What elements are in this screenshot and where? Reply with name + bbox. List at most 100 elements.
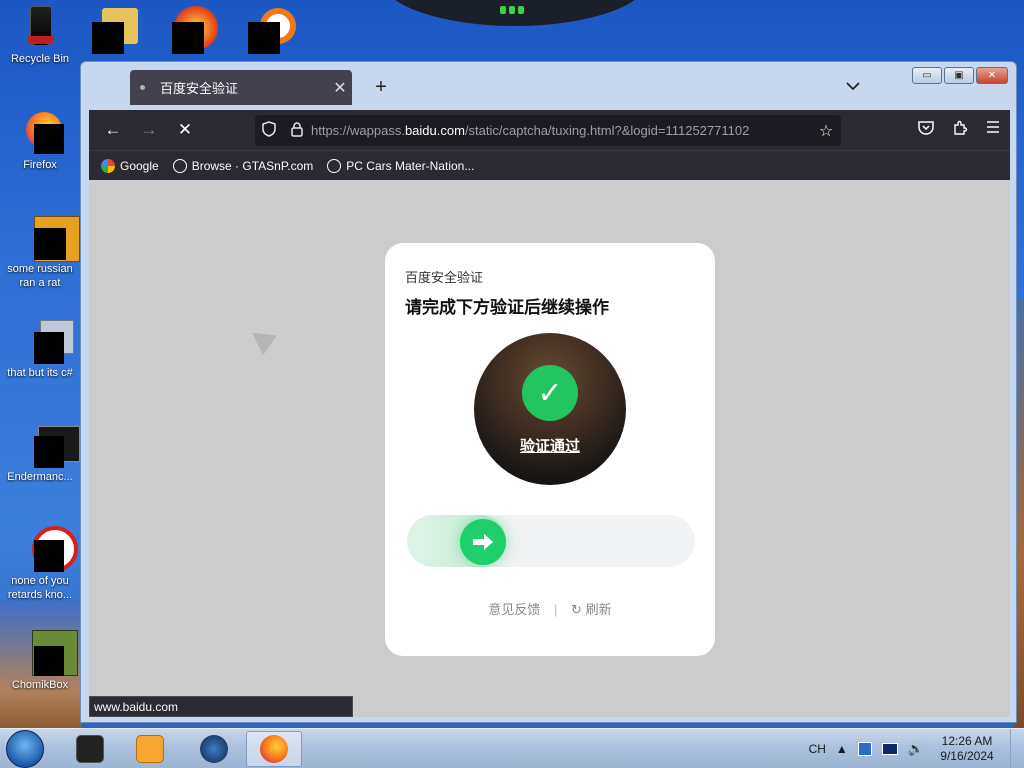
bookmark-label: Google (120, 158, 159, 173)
bookmarks-toolbar: Google Browse · GTASnP.com PC Cars Mater… (89, 150, 1010, 180)
desktop-icon-endermanch[interactable]: Endermanc... (0, 422, 80, 484)
system-tray: CH ▲ 🔊 12:26 AM 9/16/2024 (809, 729, 1024, 768)
desktop-icon-label: ChomikBox (11, 679, 69, 691)
globe-icon (172, 158, 187, 173)
desktop-icon-firefox[interactable]: Firefox (0, 110, 80, 172)
bookmark-gtasnp[interactable]: Browse · GTASnP.com (172, 158, 314, 173)
desktop-icon-top-2[interactable] (170, 6, 220, 54)
page-content: 百度安全验证 请完成下方验证后继续操作 ✓ 验证通过 意见反馈 | ↻ 刷新 w… (89, 180, 1010, 717)
url-prefix: https://wappass. (311, 123, 405, 138)
tab-close-icon[interactable]: ✕ (328, 78, 352, 98)
app-icon (18, 214, 80, 262)
desktop-icon-recycle-bin[interactable]: Recycle Bin (0, 4, 80, 66)
taskbar-item-firefox[interactable] (246, 731, 302, 767)
extensions-icon[interactable] (952, 120, 968, 140)
taskbar-item-app[interactable] (62, 731, 118, 767)
globe-icon (200, 735, 228, 763)
redaction-box (248, 22, 280, 54)
desktop-icon-label: that but its c# (7, 367, 73, 379)
captcha-footer: 意见反馈 | ↻ 刷新 (385, 599, 715, 618)
url-suffix: /static/captcha/tuxing.html?&logid=11125… (464, 123, 750, 138)
tab-bar: 百度安全验证 ✕ + (88, 62, 1010, 110)
firefox-icon (260, 735, 288, 763)
show-hidden-icons[interactable]: ▲ (836, 742, 848, 756)
firefox-icon (18, 110, 64, 154)
captcha-slider-track[interactable] (407, 515, 695, 567)
network-icon[interactable] (857, 742, 872, 756)
forward-button[interactable]: → (131, 120, 167, 140)
desktop-icon-chomikbox[interactable]: ChomikBox (0, 630, 80, 692)
start-button[interactable] (6, 730, 44, 768)
new-tab-button[interactable]: + (370, 76, 392, 99)
desktop-icon-top-3[interactable] (248, 8, 298, 54)
app-icon (18, 526, 78, 572)
arrow-right-icon (473, 534, 493, 550)
tab-loading-icon (140, 85, 145, 90)
globe-icon (327, 158, 342, 173)
navigation-toolbar: ← → ✕ https://wappass.baidu.com/static/c… (89, 110, 1010, 150)
taskbar-item-browser[interactable] (186, 731, 242, 767)
captcha-title: 请完成下方验证后继续操作 (405, 298, 609, 317)
clock-date: 9/16/2024 (940, 749, 994, 763)
captcha-card: 百度安全验证 请完成下方验证后继续操作 ✓ 验证通过 意见反馈 | ↻ 刷新 (385, 243, 715, 656)
clock-time: 12:26 AM (941, 734, 993, 748)
stop-loading-button[interactable]: ✕ (167, 120, 203, 140)
list-all-tabs-button[interactable] (846, 78, 860, 94)
desktop-icon-label: Firefox (23, 159, 57, 171)
desktop-icon-none-of-you[interactable]: none of you retards kno... (0, 526, 80, 602)
bookmark-star-icon[interactable]: ☆ (811, 121, 841, 141)
desktop-icon-top-1[interactable] (92, 8, 138, 54)
chevron-down-icon (846, 82, 860, 91)
bookmark-google[interactable]: Google (101, 158, 159, 173)
refresh-label: 刷新 (585, 602, 612, 617)
captcha-image: ✓ 验证通过 (474, 333, 626, 485)
show-desktop-button[interactable] (1010, 729, 1024, 768)
language-indicator[interactable]: CH (809, 742, 826, 756)
url-domain: baidu.com (404, 123, 465, 138)
app-icon (18, 422, 80, 468)
desktop-icon-label: Endermanc... (7, 471, 73, 483)
media-player-icon (136, 735, 164, 763)
recycle-bin-icon (18, 4, 62, 48)
monitor-icon[interactable] (881, 743, 898, 755)
taskbar-item-media-player[interactable] (122, 731, 178, 767)
file-icon (18, 318, 74, 364)
tab-active[interactable]: 百度安全验证 ✕ (130, 70, 352, 105)
taskbar-clock[interactable]: 12:26 AM 9/16/2024 (934, 734, 1000, 764)
bookmark-label: Browse · GTASnP.com (191, 158, 314, 173)
app-icon (76, 735, 104, 763)
refresh-icon: ↻ (571, 602, 582, 617)
back-button[interactable]: ← (95, 120, 131, 140)
captcha-subtitle: 百度安全验证 (405, 270, 484, 285)
desktop-led (497, 6, 527, 16)
pocket-icon[interactable] (918, 120, 934, 140)
lock-icon[interactable] (283, 121, 311, 140)
captcha-result-text: 验证通过 (519, 438, 580, 455)
redaction-box (92, 22, 124, 54)
volume-icon[interactable]: 🔊 (908, 741, 924, 757)
menu-icon[interactable] (986, 120, 1000, 140)
google-icon (101, 158, 115, 173)
bookmark-label: PC Cars Mater-Nation... (346, 158, 475, 173)
url-text: https://wappass.baidu.com/static/captcha… (311, 123, 811, 138)
desktop-icon-label: none of you retards kno... (7, 575, 73, 601)
redaction-box (172, 22, 204, 54)
refresh-link[interactable]: ↻ 刷新 (571, 602, 612, 617)
bookmark-pc-cars[interactable]: PC Cars Mater-Nation... (327, 158, 475, 173)
slider-handle[interactable] (460, 519, 506, 565)
tab-title: 百度安全验证 (160, 81, 239, 96)
desktop-icon-some-russian[interactable]: some russian ran a rat (0, 214, 80, 290)
chomikbox-icon (18, 630, 78, 676)
footer-separator: | (554, 602, 558, 617)
status-bar-url: www.baidu.com (89, 696, 353, 717)
address-bar[interactable]: https://wappass.baidu.com/static/captcha… (255, 115, 841, 146)
desktop-icon-csharp[interactable]: that but its c# (0, 318, 80, 380)
desktop-icon-label: Recycle Bin (10, 53, 70, 65)
feedback-link[interactable]: 意见反馈 (488, 602, 540, 617)
check-icon: ✓ (522, 365, 578, 421)
mouse-cursor-icon (245, 322, 277, 356)
desktop-icon-label: some russian ran a rat (7, 263, 73, 289)
toolbar-right (918, 120, 1000, 140)
browser-window: ▭ ▣ ✕ 百度安全验证 ✕ + ← → ✕ https://wappass.b… (80, 61, 1017, 723)
shield-icon[interactable] (255, 121, 283, 140)
